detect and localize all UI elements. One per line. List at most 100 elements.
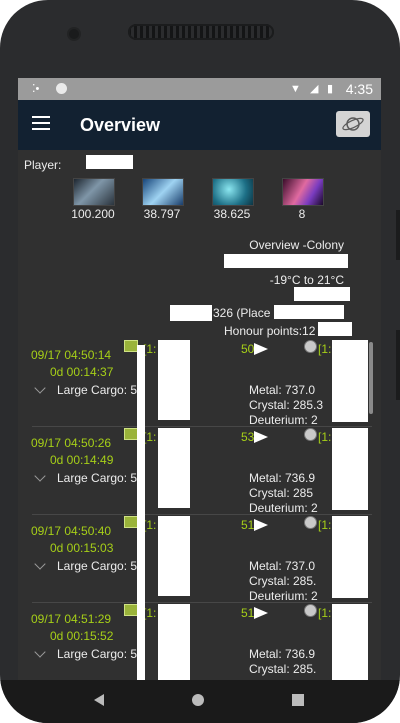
destination-redacted [332, 340, 368, 422]
flag-icon [254, 607, 268, 619]
fleet-destination-coords: [1: [318, 606, 332, 620]
chevron-down-icon[interactable] [34, 558, 46, 570]
phone-frame: ⁚• ▼ ◢ ▮ 4:35 Overview Player: 100.200 3… [0, 0, 400, 723]
deuterium-value: 38.625 [213, 207, 251, 221]
menu-button[interactable] [32, 116, 50, 130]
planet-coords-redacted [224, 254, 348, 268]
fleet-crystal: Crystal: 285.3 [249, 398, 324, 412]
fleet-divider [32, 602, 372, 603]
metal-value: 100.200 [71, 207, 115, 221]
fleet-countdown: 0d 00:15:03 [50, 541, 114, 555]
honour-value-redacted [318, 322, 352, 336]
hamburger-icon [32, 116, 50, 118]
planet-ring-icon [342, 117, 364, 131]
fleet-arrival-time: 09/17 04:51:29 [31, 612, 112, 626]
fleet-destination-coords: [1: [318, 342, 332, 356]
destination-redacted [332, 516, 368, 598]
flag-icon [254, 343, 268, 355]
battery-icon: ▮ [327, 83, 334, 95]
home-icon[interactable] [192, 694, 204, 706]
fleet-cargo: Large Cargo: 5 [57, 383, 138, 397]
fleet-deuterium: Deuterium: 2 [249, 589, 318, 603]
moon-icon [304, 516, 317, 529]
fleet-position: 53 [241, 430, 255, 444]
fleet-countdown: 0d 00:14:37 [50, 365, 114, 379]
fleet-origin-coords: [1: [143, 606, 157, 620]
fleet-origin-coords: [1: [143, 342, 157, 356]
crystal-resource-image[interactable] [142, 178, 184, 206]
crystal-value: 38.797 [143, 207, 181, 221]
fleet-countdown: 0d 00:14:49 [50, 453, 114, 467]
signal-icon: ◢ [310, 83, 319, 95]
overview-content: Player: 100.200 38.797 38.625 8 Overview… [18, 150, 381, 680]
metal-resource-image[interactable] [73, 178, 115, 206]
flag-icon [254, 519, 268, 531]
wifi-icon: ▼ [290, 83, 301, 95]
fleet-divider [32, 514, 372, 515]
fleet-deuterium: Deuterium: 2 [249, 501, 318, 515]
fleet-destination-coords: [1: [318, 430, 332, 444]
planet-temperature: -19°C to 21°C [269, 273, 344, 287]
honour-points: Honour points:12 [224, 324, 316, 338]
destination-redacted [332, 428, 368, 510]
fleet-crystal: Crystal: 285. [249, 662, 317, 676]
fleet-crystal: Crystal: 285 [249, 486, 314, 500]
moon-icon [304, 428, 317, 441]
fleet-metal: Metal: 737.0 [249, 559, 316, 573]
moon-icon [304, 340, 317, 353]
ship-icon [124, 516, 138, 528]
assistant-dots-icon: ⁚• [32, 83, 40, 95]
fleet-divider [32, 426, 372, 427]
fleet-metal: Metal: 736.9 [249, 647, 316, 661]
origin-redacted [158, 604, 190, 680]
fleet-destination-coords: [1: [318, 518, 332, 532]
back-icon[interactable] [94, 694, 104, 706]
fleet-position: 51 [241, 606, 255, 620]
page-title: Overview [80, 115, 161, 135]
planet-switch-button[interactable] [336, 111, 370, 137]
fleet-cargo: Large Cargo: 5 [57, 471, 138, 485]
origin-redacted [158, 516, 190, 596]
origin-redacted [158, 428, 190, 508]
origin-redacted [158, 340, 190, 420]
planet-size-redacted [294, 287, 350, 301]
ship-count-redacted [137, 345, 145, 680]
player-rank-redacted [274, 305, 344, 319]
screen: ⁚• ▼ ◢ ▮ 4:35 Overview Player: 100.200 3… [18, 78, 381, 680]
fleet-origin-coords: [1: [143, 518, 157, 532]
status-bar: ⁚• ▼ ◢ ▮ 4:35 [18, 78, 381, 100]
recents-icon[interactable] [292, 694, 304, 706]
notification-circle-icon [56, 83, 67, 94]
player-points-redacted [170, 305, 212, 321]
darkmatter-value: 8 [298, 207, 306, 221]
player-name-redacted [86, 155, 133, 169]
fleet-metal: Metal: 736.9 [249, 471, 316, 485]
fleet-metal: Metal: 737.0 [249, 383, 316, 397]
deuterium-resource-image[interactable] [212, 178, 254, 206]
fleet-deuterium: Deuterium: 2 [249, 413, 318, 427]
fleet-countdown: 0d 00:15:52 [50, 629, 114, 643]
fleet-position: 51 [241, 518, 255, 532]
darkmatter-resource-image[interactable] [282, 178, 324, 206]
navigation-bar [0, 680, 400, 723]
fleet-origin-coords: [1: [143, 430, 157, 444]
fleet-arrival-time: 09/17 04:50:26 [31, 436, 112, 450]
scrollbar[interactable] [369, 342, 373, 414]
fleet-position: 50 [241, 342, 255, 356]
destination-redacted [332, 604, 368, 680]
ship-icon [124, 604, 138, 616]
chevron-down-icon[interactable] [34, 382, 46, 394]
planet-name: Overview -Colony [249, 238, 344, 252]
chevron-down-icon[interactable] [34, 646, 46, 658]
fleet-cargo: Large Cargo: 5 [57, 647, 138, 661]
chevron-down-icon[interactable] [34, 470, 46, 482]
flag-icon [254, 431, 268, 443]
fleet-crystal: Crystal: 285. [249, 574, 317, 588]
ship-icon [124, 340, 138, 352]
earpiece-speaker [128, 24, 274, 40]
fleet-cargo: Large Cargo: 5 [57, 559, 138, 573]
moon-icon [304, 604, 317, 617]
ship-icon [124, 428, 138, 440]
volume-button [396, 210, 400, 260]
player-points: 326 (Place [213, 306, 271, 320]
